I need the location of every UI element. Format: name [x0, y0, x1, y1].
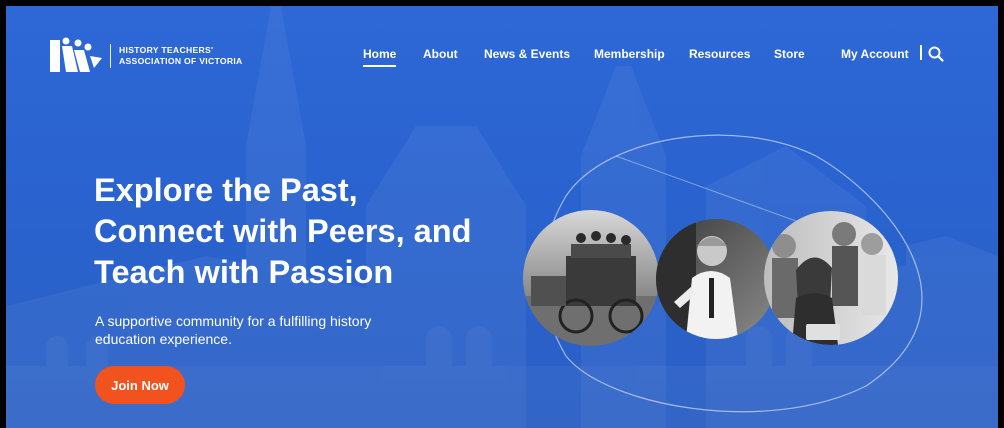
site-name-line2: ASSOCIATION OF VICTORIA: [119, 56, 243, 66]
nav-news-events[interactable]: News & Events: [484, 47, 570, 61]
teacher-presenting-photo: [656, 219, 776, 339]
historic-stagecoach-photo: [523, 210, 659, 346]
site-logo[interactable]: HISTORY TEACHERS' ASSOCIATION OF VICTORI…: [50, 36, 243, 76]
hero-subtitle: A supportive community for a fulfilling …: [95, 313, 372, 347]
logo-mark-icon: [50, 37, 102, 72]
hero-title-line2: Connect with Peers, and: [94, 213, 472, 249]
logo-divider: [110, 44, 111, 68]
nav-membership[interactable]: Membership: [594, 47, 665, 61]
site-name-line1: HISTORY TEACHERS': [119, 45, 214, 55]
search-icon[interactable]: [928, 46, 944, 62]
hero-title: Explore the Past, Connect with Peers, an…: [94, 170, 514, 293]
nav-store[interactable]: Store: [774, 47, 805, 61]
site-name: HISTORY TEACHERS' ASSOCIATION OF VICTORI…: [119, 45, 243, 67]
students-with-tablet-photo: [764, 211, 898, 345]
join-now-button[interactable]: Join Now: [95, 366, 185, 404]
nav-about[interactable]: About: [423, 47, 458, 61]
nav-resources[interactable]: Resources: [689, 47, 750, 61]
nav-separator: [920, 45, 922, 60]
page-frame: HISTORY TEACHERS' ASSOCIATION OF VICTORI…: [6, 6, 998, 428]
hero-title-line1: Explore the Past,: [94, 172, 358, 208]
nav-my-account[interactable]: My Account: [841, 47, 909, 61]
hero-title-line3: Teach with Passion: [94, 254, 394, 290]
nav-home[interactable]: Home: [363, 47, 397, 67]
